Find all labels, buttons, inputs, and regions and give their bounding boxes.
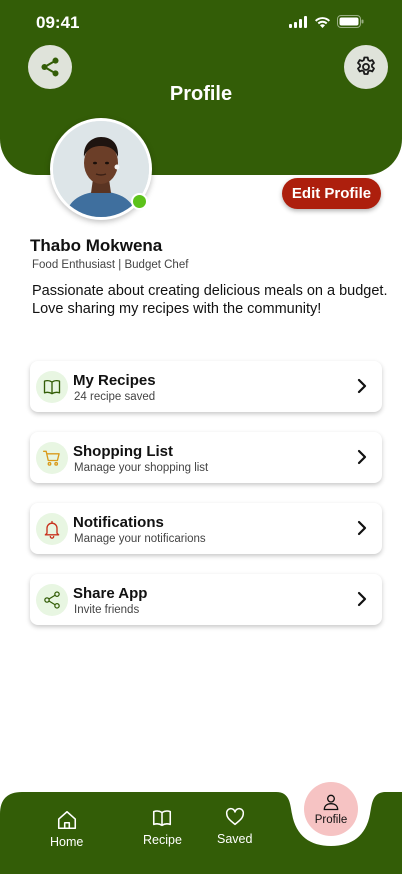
menu-icon-wrapper bbox=[36, 513, 68, 545]
nav-label: Recipe bbox=[143, 833, 182, 847]
menu-icon-wrapper bbox=[36, 584, 68, 616]
chevron-right-icon bbox=[357, 449, 367, 465]
menu-subtitle: Manage your shopping list bbox=[74, 462, 209, 474]
wifi-icon bbox=[315, 16, 330, 28]
nav-saved[interactable]: Saved bbox=[217, 806, 252, 846]
menu-title: Notifications bbox=[73, 514, 164, 531]
online-status-indicator bbox=[131, 193, 148, 210]
menu-icon-wrapper bbox=[36, 442, 68, 474]
menu-subtitle: Manage your notificarions bbox=[74, 533, 206, 545]
chevron-right-icon bbox=[357, 378, 367, 394]
menu-item-my-recipes[interactable]: My Recipes 24 recipe saved bbox=[30, 361, 382, 412]
signal-icon bbox=[289, 15, 307, 28]
status-bar: 09:41 bbox=[0, 0, 402, 44]
book-icon bbox=[43, 379, 61, 395]
nav-label: Home bbox=[50, 835, 84, 849]
status-time: 09:41 bbox=[36, 13, 80, 32]
heart-icon bbox=[225, 807, 244, 826]
chevron-right-icon bbox=[357, 591, 367, 607]
nav-profile[interactable]: Profile bbox=[304, 782, 358, 836]
gear-icon bbox=[357, 56, 375, 75]
battery-icon bbox=[337, 15, 364, 28]
nav-home[interactable]: Home bbox=[50, 809, 83, 849]
menu-subtitle: Invite friends bbox=[74, 604, 140, 616]
nav-label: Saved bbox=[217, 832, 253, 846]
page-title: Profile bbox=[169, 83, 233, 105]
nav-label: Profile bbox=[314, 814, 348, 826]
edit-profile-button[interactable]: Edit Profile bbox=[282, 178, 381, 209]
book-icon bbox=[153, 810, 172, 827]
user-icon bbox=[323, 794, 339, 811]
share-icon bbox=[41, 57, 59, 77]
settings-button[interactable] bbox=[344, 45, 388, 89]
profile-bio: Passionate about creating delicious meal… bbox=[32, 283, 388, 317]
profile-tagline: Food Enthusiast | Budget Chef bbox=[32, 259, 189, 271]
chevron-right-icon bbox=[357, 520, 367, 536]
menu-subtitle: 24 recipe saved bbox=[74, 391, 156, 403]
menu-item-notifications[interactable]: Notifications Manage your notificarions bbox=[30, 503, 382, 554]
menu-title: Shopping List bbox=[73, 443, 173, 460]
share-icon bbox=[44, 591, 60, 609]
menu-title: Share App bbox=[73, 585, 148, 602]
menu-item-shopping-list[interactable]: Shopping List Manage your shopping list bbox=[30, 432, 382, 483]
cart-icon bbox=[43, 450, 60, 466]
nav-recipe[interactable]: Recipe bbox=[143, 807, 182, 847]
status-icons bbox=[289, 15, 364, 28]
home-icon bbox=[57, 810, 76, 830]
menu-title: My Recipes bbox=[73, 372, 156, 389]
profile-name: Thabo Mokwena bbox=[30, 236, 163, 255]
bell-icon bbox=[44, 520, 60, 539]
menu-icon-wrapper bbox=[36, 371, 68, 403]
menu-item-share-app[interactable]: Share App Invite friends bbox=[30, 574, 382, 625]
